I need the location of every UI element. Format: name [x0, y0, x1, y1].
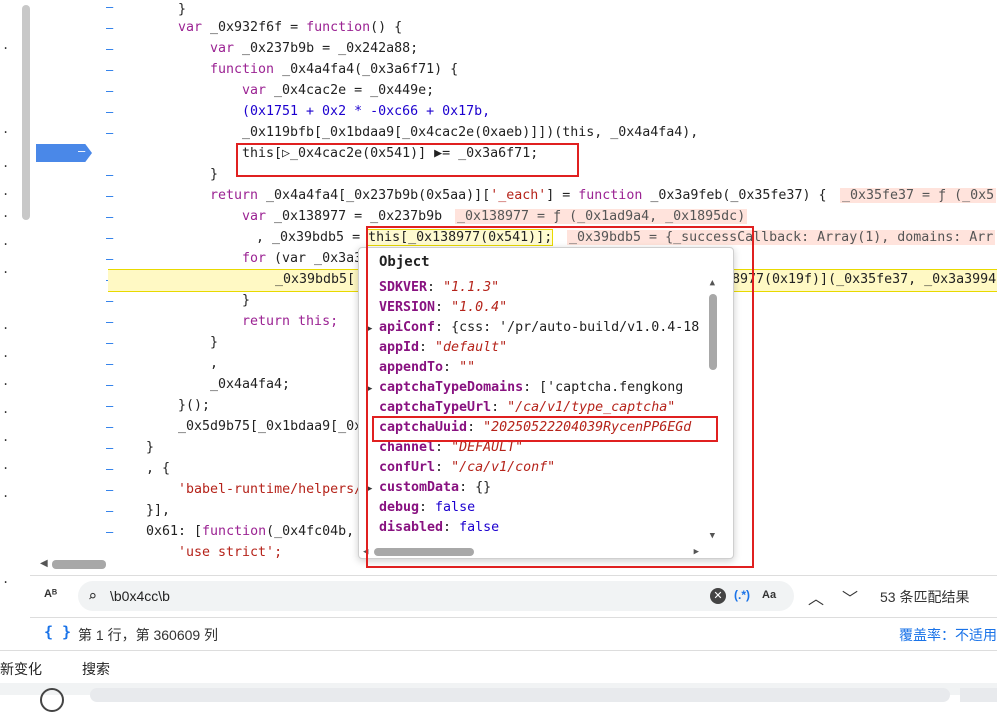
- match-count: 53 条匹配结果: [880, 589, 970, 605]
- regex-toggle[interactable]: (.*): [734, 588, 750, 602]
- code-line: var _0x932f6f = function() {: [178, 20, 403, 35]
- case-sensitive-toggle[interactable]: Aa: [762, 589, 776, 601]
- chevron-down-icon[interactable]: ﹀: [842, 585, 858, 609]
- search-icon: ⌕: [88, 587, 98, 605]
- code-line: for (var _0x3a3: [242, 251, 363, 266]
- code-line: }: [178, 2, 187, 17]
- code-line: 8977(0x19f)](_0x35fe37, _0x3a3994,: [732, 272, 997, 287]
- annotation-box-captcha-uuid: [372, 416, 718, 442]
- chevron-up-icon[interactable]: ︿: [808, 585, 824, 609]
- code-line: _0x5d9b75[_0x1bdaa9[_0x: [178, 419, 363, 434]
- bottom-input[interactable]: [90, 688, 950, 702]
- code-line: 'babel-runtime/helpers/: [178, 482, 363, 497]
- status-bar: { } 第 1 行，第 360609 列 覆盖率：不适用: [30, 617, 997, 648]
- code-line: , {: [146, 461, 171, 476]
- bottom-control[interactable]: [960, 688, 997, 702]
- match-case-icon[interactable]: Aᴮ: [44, 588, 57, 600]
- code-line: }],: [146, 503, 171, 518]
- code-line: return this;: [242, 314, 339, 329]
- code-line: _0x119bfb[_0x1bdaa9[_0x4cac2e(0xaeb)]])(…: [242, 125, 699, 140]
- annotation-box-object: [366, 226, 754, 568]
- tab-search[interactable]: 搜索: [82, 659, 110, 679]
- code-line: var _0x237b9b = _0x242a88;: [210, 41, 419, 56]
- code-line: ,: [210, 356, 219, 371]
- code-line: _0x4a4fa4;: [210, 377, 291, 392]
- code-line: var _0x4cac2e = _0x449e;: [242, 83, 435, 98]
- code-line: var _0x138977 = _0x237b9b: [242, 209, 443, 224]
- coverage-link[interactable]: 覆盖率：不适用: [899, 625, 997, 645]
- code-line: 0x61: [function(_0x4fc04b,: [146, 524, 355, 539]
- code-line: }: [146, 440, 155, 455]
- code-line: }();: [178, 398, 211, 413]
- code-line: _0x39bdb5[: [275, 272, 356, 287]
- search-input[interactable]: [108, 587, 672, 605]
- inline-value: _0x35fe37 = ƒ (_0x5: [840, 188, 997, 203]
- annotation-box-assignment: [236, 143, 579, 177]
- code-line: }: [210, 167, 219, 182]
- code-line: (0x1751 + 0x2 * -0xc66 + 0x17b,: [242, 104, 491, 119]
- editor-horizontal-scrollbar[interactable]: [52, 560, 106, 569]
- drawer-tabs: 新变化 搜索: [0, 650, 997, 683]
- pretty-print-icon[interactable]: { }: [44, 623, 71, 641]
- cursor-position: 第 1 行，第 360609 列: [78, 627, 219, 643]
- search-box[interactable]: ⌕ ✕ (.*) Aa: [78, 581, 794, 611]
- left-dot: .: [2, 572, 10, 586]
- circle-icon[interactable]: [40, 688, 64, 712]
- scroll-left-icon[interactable]: ◀: [40, 558, 48, 569]
- code-line: 'use strict';: [178, 545, 283, 560]
- search-bar: Aᴮ ⌕ ✕ (.*) Aa ︿ ﹀ 53 条匹配结果: [30, 575, 997, 616]
- code-line: }: [242, 293, 251, 308]
- code-line: return _0x4a4fa4[_0x237b9b(0x5aa)]['_eac…: [210, 188, 827, 203]
- code-line: function _0x4a4fa4(_0x3a6f71) {: [210, 62, 459, 77]
- code-line: }: [210, 335, 219, 350]
- inline-value: _0x138977 = ƒ (_0x1ad9a4, _0x1895dc): [455, 209, 748, 224]
- clear-icon[interactable]: ✕: [710, 588, 726, 604]
- tab-changes[interactable]: 新变化: [0, 659, 42, 679]
